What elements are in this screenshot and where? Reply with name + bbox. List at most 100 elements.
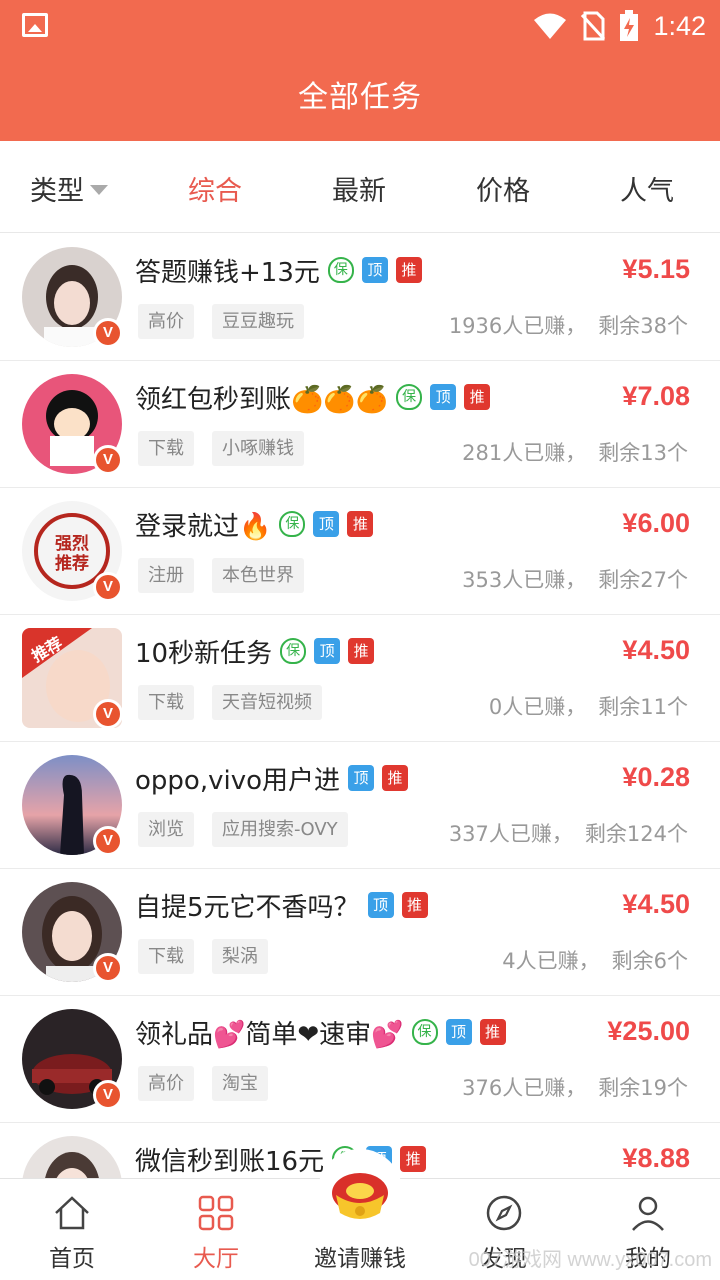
tab-popularity[interactable]: 人气	[620, 169, 674, 208]
task-tag: 应用搜索-OVY	[212, 812, 348, 847]
stamp-text-line2: 推荐	[55, 553, 89, 574]
grid-icon	[198, 1195, 234, 1231]
status-bar: 1:42	[0, 0, 720, 52]
caret-down-icon	[90, 184, 108, 195]
user-icon	[632, 1196, 664, 1231]
task-list: V 答题赚钱+13元 保 顶 推 ¥5.15 高价 豆豆趣玩 1936人已赚， 剩…	[0, 234, 720, 1250]
task-tag: 本色世界	[212, 558, 304, 593]
earned-count: 281人已赚，	[462, 441, 587, 465]
top-badge: 顶	[348, 765, 374, 791]
task-price: ¥0.28	[622, 762, 690, 792]
task-tag: 下载	[138, 685, 194, 720]
task-title: 10秒新任务	[135, 638, 273, 669]
guarantee-badge: 保	[327, 257, 354, 283]
task-tag: 高价	[138, 304, 194, 339]
top-badge: 顶	[314, 638, 341, 664]
task-tag: 注册	[138, 558, 194, 593]
vip-badge: V	[93, 445, 123, 475]
recommend-badge: 推	[382, 765, 408, 791]
task-tag: 下载	[138, 431, 194, 466]
invite-button-bg	[318, 1149, 402, 1233]
page-title: 全部任务	[298, 80, 422, 115]
recommend-badge: 推	[395, 257, 422, 283]
task-item[interactable]: V 领红包秒到账🍊🍊🍊 保 顶 推 ¥7.08 下载 小啄赚钱 281人已赚， 剩…	[0, 361, 720, 488]
no-sim-icon	[581, 11, 606, 41]
remaining-count: 剩余124个	[584, 822, 688, 846]
filter-bar: 类型 综合 最新 价格 人气	[0, 141, 720, 233]
task-title: 答题赚钱+13元	[135, 257, 320, 288]
earned-count: 376人已赚，	[462, 1076, 587, 1100]
battery-charging-icon	[620, 10, 639, 41]
top-badge: 顶	[430, 384, 457, 410]
task-tag: 天音短视频	[212, 685, 322, 720]
task-item[interactable]: V oppo,vivo用户进 顶 推 ¥0.28 浏览 应用搜索-OVY 337…	[0, 742, 720, 869]
vip-badge: V	[93, 318, 123, 348]
tab-comprehensive[interactable]: 综合	[188, 169, 242, 208]
task-item[interactable]: 强烈 推荐 V 登录就过🔥 保 顶 推 ¥6.00 注册 本色世界 353人已赚…	[0, 488, 720, 615]
task-title: 领礼品💕简单❤速审💕	[135, 1019, 404, 1050]
vip-badge: V	[93, 826, 123, 856]
task-title: 微信秒到账16元	[135, 1146, 325, 1177]
earned-count: 1936人已赚，	[448, 314, 587, 338]
watermark: 007游戏网 www.yx007.com	[468, 1249, 712, 1271]
task-price: ¥4.50	[622, 635, 690, 665]
recommend-badge: 推	[479, 1019, 506, 1045]
task-tag: 浏览	[138, 812, 194, 847]
task-tag: 淘宝	[212, 1066, 268, 1101]
vip-badge: V	[93, 1080, 123, 1110]
nav-home[interactable]: 首页	[0, 1179, 144, 1280]
nav-label: 邀请赚钱	[314, 1246, 406, 1272]
earned-count: 353人已赚，	[462, 568, 587, 592]
task-title: oppo,vivo用户进	[135, 765, 340, 796]
recommend-badge: 推	[347, 511, 374, 537]
tab-price[interactable]: 价格	[476, 169, 530, 208]
top-badge: 顶	[361, 257, 388, 283]
task-price: ¥5.15	[622, 254, 690, 284]
app-header: 1:42 全部任务	[0, 0, 720, 141]
recommend-badge: 推	[464, 384, 491, 410]
nav-label: 首页	[49, 1246, 95, 1272]
status-time: 1:42	[653, 10, 706, 41]
task-item[interactable]: V 自提5元它不香吗？ 顶 推 ¥4.50 下载 梨涡 4人已赚， 剩余6个	[0, 869, 720, 996]
gold-ingot-icon	[332, 1173, 388, 1219]
vip-badge: V	[93, 572, 123, 602]
task-price: ¥4.50	[622, 889, 690, 919]
remaining-count: 剩余27个	[598, 568, 688, 592]
filter-type-dropdown[interactable]: 类型	[30, 169, 108, 208]
remaining-count: 剩余19个	[598, 1076, 688, 1100]
task-item[interactable]: V 答题赚钱+13元 保 顶 推 ¥5.15 高价 豆豆趣玩 1936人已赚， 剩…	[0, 234, 720, 361]
task-price: ¥6.00	[622, 508, 690, 538]
guarantee-badge: 保	[279, 511, 306, 537]
image-notification-icon	[22, 13, 48, 37]
task-title: 自提5元它不香吗？	[135, 892, 360, 923]
wifi-icon	[534, 13, 567, 39]
task-item[interactable]: 推荐 V 10秒新任务 保 顶 推 ¥4.50 下载 天音短视频 0人已赚， 剩余…	[0, 615, 720, 742]
task-price: ¥7.08	[622, 381, 690, 411]
earned-count: 0人已赚，	[488, 695, 587, 719]
top-badge: 顶	[313, 511, 340, 537]
vip-badge: V	[93, 953, 123, 983]
recommend-badge: 推	[348, 638, 375, 664]
remaining-count: 剩余11个	[598, 695, 688, 719]
guarantee-badge: 保	[396, 384, 423, 410]
compass-icon	[486, 1195, 522, 1231]
tab-newest[interactable]: 最新	[332, 169, 386, 208]
top-badge: 顶	[367, 892, 394, 918]
task-item[interactable]: V 领礼品💕简单❤速审💕 保 顶 推 ¥25.00 高价 淘宝 376人已赚， 剩…	[0, 996, 720, 1123]
task-title: 领红包秒到账🍊🍊🍊	[135, 384, 389, 415]
nav-hall[interactable]: 大厅	[144, 1179, 288, 1280]
recommend-badge: 推	[401, 892, 428, 918]
recommend-badge: 推	[400, 1146, 427, 1172]
task-tag: 高价	[138, 1066, 194, 1101]
earned-count: 4人已赚，	[502, 949, 600, 973]
earned-count: 337人已赚，	[448, 822, 573, 846]
task-price: ¥8.88	[622, 1143, 690, 1173]
task-tag: 梨涡	[212, 939, 268, 974]
nav-label: 大厅	[193, 1246, 239, 1272]
task-price: ¥25.00	[607, 1016, 690, 1046]
nav-invite[interactable]: 邀请赚钱	[288, 1149, 432, 1280]
remaining-count: 剩余38个	[598, 314, 688, 338]
bottom-nav: 首页 大厅 邀请赚钱 发现 我的 007游戏网 www.yx007.com	[0, 1149, 720, 1280]
guarantee-badge: 保	[280, 638, 307, 664]
task-tag: 下载	[138, 939, 194, 974]
